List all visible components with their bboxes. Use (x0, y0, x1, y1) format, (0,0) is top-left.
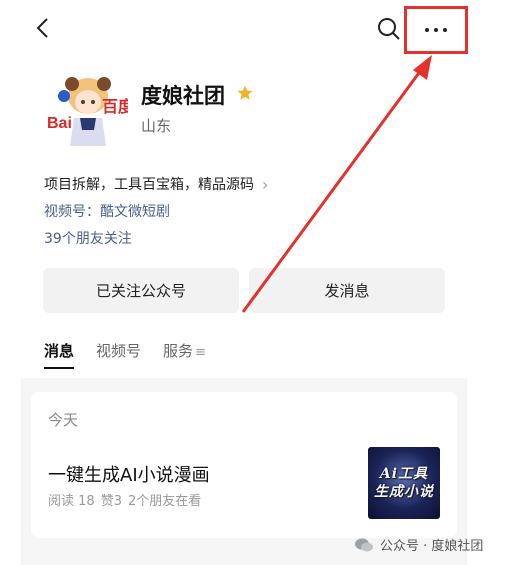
avatar-illustration: Bai 百度 (44, 66, 128, 150)
tab-video-channel[interactable]: 视频号 (96, 340, 141, 369)
tab-bar: 消息 视频号 服务 ≡ (44, 340, 206, 369)
article-thumbnail[interactable]: Ai工具 生成小说 (368, 447, 440, 519)
account-description: 项目拆解，工具百宝箱，精品源码 (44, 177, 254, 193)
followed-button[interactable]: 已关注公众号 (43, 268, 239, 313)
tab-services[interactable]: 服务 ≡ (163, 340, 206, 369)
avatar[interactable]: Bai 百度 (44, 66, 128, 150)
more-icon (425, 28, 429, 32)
more-icon-dot (434, 28, 438, 32)
more-options-button[interactable] (404, 6, 468, 54)
article-friends-viewing: 2个朋友在看 (127, 494, 202, 509)
more-icon-dot (443, 28, 447, 32)
account-region: 山东 (141, 117, 172, 135)
tab-services-label: 服务 (163, 342, 194, 360)
video-channel-link[interactable]: 视频号：酷文微短剧 (44, 201, 170, 221)
article-stats: 阅读 18 赞3 2个朋友在看 (48, 490, 201, 509)
feed-date: 今天 (48, 411, 79, 429)
search-button[interactable] (376, 16, 404, 44)
watermark-text: 公众号 · 度娘社团 (380, 539, 484, 554)
friends-follow-link[interactable]: 39个朋友关注 (44, 228, 132, 248)
watermark: 公众号 · 度娘社团 (354, 535, 483, 554)
thumbnail-text-line2: 生成小说 (374, 484, 434, 500)
menu-icon: ≡ (195, 345, 206, 360)
article-reads: 阅读 18 (48, 494, 95, 509)
chevron-right-icon: › (262, 174, 269, 194)
tab-messages[interactable]: 消息 (44, 340, 75, 369)
search-icon (378, 18, 400, 40)
svg-text:Bai: Bai (47, 115, 72, 132)
thumbnail-text-line1: Ai工具 (379, 466, 429, 482)
account-name: 度娘社团 (141, 84, 225, 108)
chevron-left-icon (36, 18, 48, 38)
article-likes: 赞3 (100, 494, 122, 509)
star-icon (237, 85, 253, 100)
svg-text:百度: 百度 (102, 97, 128, 116)
back-button[interactable] (30, 14, 58, 42)
account-description-row[interactable]: 项目拆解，工具百宝箱，精品源码 › (44, 174, 268, 194)
article-title[interactable]: 一键生成AI小说漫画 (48, 461, 210, 487)
send-message-button[interactable]: 发消息 (249, 268, 445, 313)
wechat-icon (355, 538, 373, 551)
